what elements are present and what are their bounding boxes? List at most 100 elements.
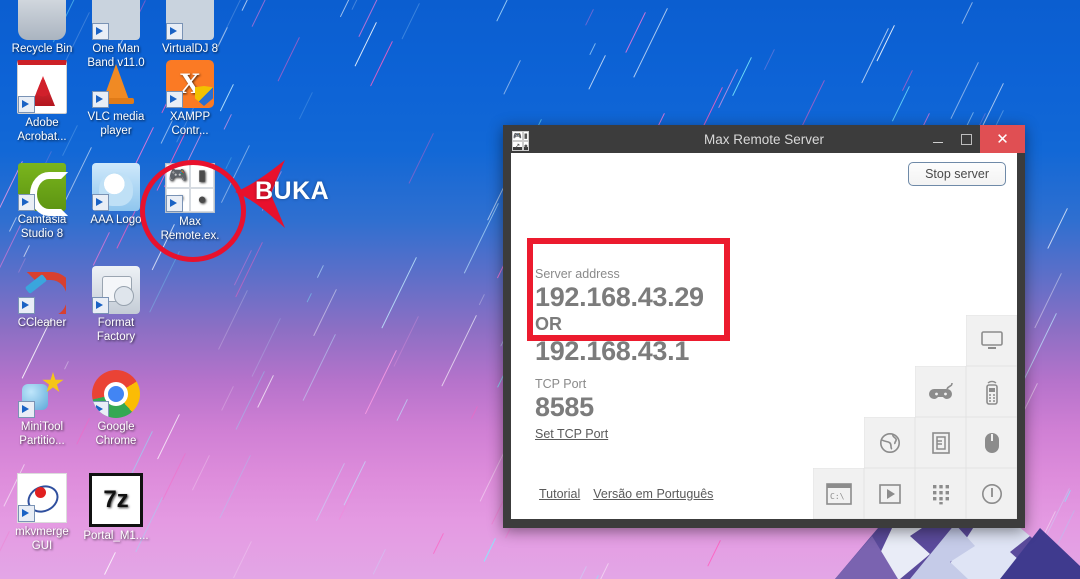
desktop-icon-label: VirtualDJ 8 (161, 43, 219, 55)
tcp-port-label: TCP Port (535, 377, 587, 391)
grid-media-player-icon[interactable] (864, 468, 915, 519)
tcp-port-value: 8585 (535, 392, 594, 422)
adobe-acrobat-icon (17, 60, 67, 114)
annotation-buka-label: BUKA (255, 177, 330, 205)
server-info-panel: Server address 192.168.43.29 OR 192.168.… (535, 266, 765, 443)
desktop-icon-mkvmerge-gui[interactable]: mkvmerge GUI (4, 473, 80, 553)
shortcut-overlay-icon (18, 297, 35, 314)
max-remote-server-window[interactable]: 🎮 ▮ ↗ ● Max Remote Server ✕ Stop server … (503, 125, 1025, 528)
server-address-secondary: 192.168.43.1 (535, 336, 690, 366)
footer-links: Tutorial Versão em Português (539, 487, 713, 501)
server-address-label: Server address (535, 267, 620, 281)
desktop-icon-label: Camtasia Studio 8 (17, 214, 67, 240)
grid-remote-control-icon[interactable] (966, 366, 1017, 417)
max-remote-quadrant-0-icon: 🎮 (166, 164, 190, 188)
desktop-icon-xampp-control[interactable]: XAMPP Contr... (152, 60, 228, 138)
shortcut-overlay-icon (18, 401, 35, 418)
grid-gamepad-icon[interactable] (915, 366, 966, 417)
shortcut-overlay-icon (166, 23, 183, 40)
desktop-icon-format-factory[interactable]: Format Factory (78, 266, 154, 344)
grid-globe-icon[interactable] (864, 417, 915, 468)
stop-server-button[interactable]: Stop server (908, 162, 1006, 186)
desktop-icon-label: Format Factory (96, 317, 136, 343)
grid-empty-cell (813, 366, 864, 417)
close-button[interactable]: ✕ (980, 125, 1025, 153)
remote-quadrant-icon: ▮ (522, 131, 529, 141)
window-controls: ✕ (924, 125, 1025, 153)
desktop-icon-adobe-acrobat[interactable]: Adobe Acrobat... (4, 60, 80, 144)
grid-monitor-icon[interactable] (966, 315, 1017, 366)
grid-empty-cell (813, 315, 864, 366)
max-remote-icon: 🎮 ▮ ↗ ● (512, 131, 529, 151)
grid-numpad-icon[interactable] (915, 468, 966, 519)
server-address-primary: 192.168.43.29 (535, 282, 704, 312)
minitool-partition-icon (18, 370, 66, 418)
desktop-icon-label: Max Remote.ex. (160, 216, 220, 242)
window-titlebar[interactable]: 🎮 ▮ ↗ ● Max Remote Server ✕ (503, 125, 1025, 153)
desktop-icon-label: Portal_M1.... (83, 530, 149, 542)
desktop-icon-vlc-media-player[interactable]: VLC media player (78, 60, 154, 138)
shortcut-overlay-icon (92, 194, 109, 211)
ccleaner-icon (18, 266, 66, 314)
feature-icon-grid: C:\ (813, 315, 1017, 519)
desktop-icon-ccleaner[interactable]: CCleaner (4, 266, 80, 331)
grid-power-icon[interactable] (966, 468, 1017, 519)
shortcut-overlay-icon (92, 23, 109, 40)
shortcut-overlay-icon (166, 195, 183, 212)
desktop-icon-google-chrome[interactable]: Google Chrome (78, 370, 154, 448)
shortcut-overlay-icon (18, 96, 35, 113)
desktop-icon-label: Google Chrome (95, 421, 137, 447)
tutorial-link[interactable]: Tutorial (539, 487, 580, 501)
grid-empty-cell (915, 315, 966, 366)
format-factory-icon (92, 266, 140, 314)
grid-empty-cell (864, 366, 915, 417)
one-man-band-icon (92, 0, 140, 40)
grid-presentation-icon[interactable] (915, 417, 966, 468)
portal-m1-icon (89, 473, 143, 527)
virtualdj-8-icon (166, 0, 214, 40)
desktop-icon-aaa-logo[interactable]: AAA Logo (78, 163, 154, 228)
grid-empty-cell (864, 315, 915, 366)
grid-terminal-icon[interactable]: C:\ (813, 468, 864, 519)
camtasia-studio-8-icon (18, 163, 68, 216)
gamepad-quadrant-icon: 🎮 (512, 131, 523, 141)
desktop-icon-minitool-partition[interactable]: MiniTool Partitio... (4, 370, 80, 448)
shortcut-overlay-icon (166, 91, 183, 108)
vlc-media-player-icon (92, 60, 140, 108)
portuguese-version-link[interactable]: Versão em Português (593, 487, 713, 501)
grid-mouse-icon[interactable] (966, 417, 1017, 468)
max-remote-exe-icon: 🎮▮↗● (165, 163, 215, 213)
desktop-icon-portal-m1[interactable]: Portal_M1.... (78, 473, 154, 544)
desktop-icon-virtualdj-8[interactable]: VirtualDJ 8 (152, 0, 228, 57)
max-remote-quadrant-1-icon: ▮ (190, 164, 214, 188)
recycle-bin-icon (18, 0, 66, 40)
shortcut-overlay-icon (18, 505, 35, 522)
shortcut-overlay-icon (18, 194, 35, 211)
mkvmerge-gui-icon (17, 473, 67, 523)
desktop-icon-max-remote-exe[interactable]: 🎮▮↗● Max Remote.ex. (152, 163, 228, 243)
mouse-quadrant-icon: ● (522, 141, 529, 151)
server-address-separator: OR (535, 314, 562, 334)
desktop-icon-label: CCleaner (17, 317, 67, 329)
google-chrome-icon (92, 370, 140, 418)
max-remote-quadrant-3-icon: ● (190, 188, 214, 212)
desktop-icon-recycle-bin[interactable]: Recycle Bin (4, 0, 80, 57)
aaa-logo-icon (92, 163, 140, 211)
desktop-icon-label: AAA Logo (90, 214, 142, 226)
grid-empty-cell (813, 417, 864, 468)
xampp-control-icon (166, 60, 214, 108)
desktop-icon-camtasia-studio-8[interactable]: Camtasia Studio 8 (4, 163, 80, 241)
desktop-icon-label: mkvmerge GUI (15, 526, 69, 552)
share-quadrant-icon: ↗ (512, 141, 523, 151)
desktop-icon-label: XAMPP Contr... (169, 111, 211, 137)
desktop-icon-label: VLC media player (87, 111, 145, 137)
set-tcp-port-link[interactable]: Set TCP Port (535, 427, 608, 441)
shortcut-overlay-icon (92, 91, 109, 108)
desktop-icon-label: Recycle Bin (11, 43, 73, 55)
shortcut-overlay-icon (92, 297, 109, 314)
shortcut-overlay-icon (92, 401, 109, 418)
window-client-area: Stop server Server address 192.168.43.29… (511, 153, 1017, 519)
desktop-icon-label: MiniTool Partitio... (19, 421, 65, 447)
maximize-button[interactable] (952, 125, 980, 153)
minimize-button[interactable] (924, 125, 952, 153)
